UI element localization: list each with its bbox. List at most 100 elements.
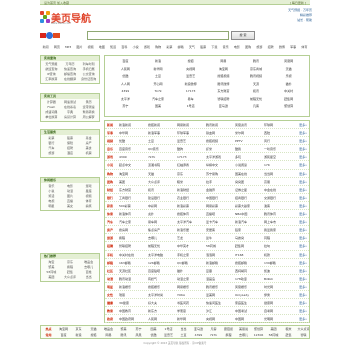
famous-site-link[interactable]: 优酷: [109, 73, 142, 81]
category-link[interactable]: 酷狗: [177, 146, 206, 152]
category-name[interactable]: 招聘: [107, 243, 117, 249]
sidebar-link[interactable]: 搞笑: [79, 204, 98, 209]
category-more-link[interactable]: 更多»: [299, 284, 307, 290]
famous-site-link[interactable]: 开心网: [142, 81, 175, 89]
category-more-link[interactable]: 更多»: [299, 268, 307, 274]
category-link[interactable]: 中金在线: [264, 187, 293, 193]
quick-link[interactable]: 邮箱: [175, 45, 186, 49]
famous-site-link[interactable]: 7k7k: [142, 88, 175, 96]
category-link[interactable]: 豆瓣: [206, 268, 235, 274]
quick-link[interactable]: 股票: [198, 45, 209, 49]
category-link[interactable]: 网上车市: [264, 219, 293, 225]
category-name[interactable]: 购物: [107, 171, 117, 177]
category-link[interactable]: 央视网: [206, 316, 235, 322]
category-more-link[interactable]: 更多»: [299, 130, 307, 136]
category-link[interactable]: 新浪体育: [119, 211, 148, 217]
category-more-link[interactable]: 更多»: [299, 162, 307, 168]
category-link[interactable]: 虾米: [206, 146, 235, 152]
help-link[interactable]: 站长 · 帮助: [268, 18, 312, 23]
category-name[interactable]: 新闻: [107, 122, 117, 128]
category-link[interactable]: 搜狐娱乐: [148, 284, 177, 290]
category-link[interactable]: 搜狐邮箱: [235, 260, 264, 266]
category-link[interactable]: 苏宁易购: [206, 171, 235, 177]
category-link[interactable]: 4399: [119, 154, 148, 160]
category-link[interactable]: OnlyLady: [235, 292, 264, 298]
category-link[interactable]: 起点中文: [119, 162, 148, 168]
category-link[interactable]: 虎扑: [148, 211, 177, 217]
category-link[interactable]: 焦点房产: [148, 227, 177, 233]
category-link[interactable]: 中国银行: [206, 195, 235, 201]
sidebar-link[interactable]: 机票: [79, 151, 98, 156]
bottom-link[interactable]: 赶集: [281, 332, 296, 338]
famous-site-link[interactable]: 天猫: [272, 66, 305, 74]
category-link[interactable]: 新浪娱乐: [119, 284, 148, 290]
bottom-link[interactable]: 4399: [191, 332, 206, 338]
quick-link[interactable]: 新闻: [40, 45, 51, 49]
famous-site-link[interactable]: 苏宁: [109, 103, 142, 111]
category-link[interactable]: 证券之星: [235, 187, 264, 193]
category-link[interactable]: 当当网: [264, 171, 293, 177]
quick-link[interactable]: 视频: [85, 45, 96, 49]
category-link[interactable]: 17173: [177, 154, 206, 160]
quick-link[interactable]: 知道: [108, 45, 119, 49]
category-link[interactable]: 17K: [264, 162, 293, 168]
category-link[interactable]: 淘宝网: [119, 171, 148, 177]
category-link[interactable]: 光明网: [264, 316, 293, 322]
category-link[interactable]: 爱美网: [206, 292, 235, 298]
sidebar-link[interactable]: 在线翻译: [61, 77, 80, 82]
famous-site-link[interactable]: 国美: [142, 103, 175, 111]
famous-site-link[interactable]: 凤凰网: [272, 58, 305, 66]
category-name[interactable]: 明星: [107, 284, 117, 290]
sidebar-link[interactable]: 房贷计算: [61, 115, 80, 120]
category-link[interactable]: 酷我: [235, 146, 264, 152]
category-link[interactable]: 中彩网: [148, 203, 177, 209]
category-link[interactable]: 农业银行: [177, 195, 206, 201]
category-link[interactable]: 大众点评: [148, 179, 177, 185]
bottom-link[interactable]: 携程: [221, 332, 236, 338]
category-link[interactable]: 京东: [177, 171, 206, 177]
category-link[interactable]: 58同城: [206, 243, 235, 249]
category-more-link[interactable]: 更多»: [299, 195, 307, 201]
sidebar-link[interactable]: 当当: [79, 275, 98, 280]
category-link[interactable]: 西陆: [264, 130, 293, 136]
category-link[interactable]: 天涯社区: [119, 268, 148, 274]
category-link[interactable]: 环球网: [264, 122, 293, 128]
category-link[interactable]: 前程无忧: [148, 243, 177, 249]
category-link[interactable]: 链家: [235, 227, 264, 233]
daily-update-label[interactable]: [ 每日更新 ]: [290, 1, 306, 5]
category-link[interactable]: 易车网: [148, 219, 177, 225]
category-more-link[interactable]: 更多»: [299, 179, 307, 185]
category-more-link[interactable]: 更多»: [299, 122, 307, 128]
category-link[interactable]: 去哪儿: [148, 235, 177, 241]
category-name[interactable]: 女性: [107, 292, 117, 298]
category-link[interactable]: 天猫: [148, 171, 177, 177]
category-link[interactable]: 人民网: [148, 316, 177, 322]
famous-site-link[interactable]: 前程无忧: [240, 96, 273, 104]
category-link[interactable]: 优酷: [119, 138, 148, 144]
category-link[interactable]: 高朋: [264, 179, 293, 185]
category-link[interactable]: 瑞丽: [119, 292, 148, 298]
category-link[interactable]: 新浪财经: [177, 187, 206, 193]
category-link[interactable]: 凤凰资讯: [235, 122, 264, 128]
famous-site-link[interactable]: 4399: [109, 88, 142, 96]
category-link[interactable]: 爱卡汽车: [206, 219, 235, 225]
quick-link[interactable]: 游戏: [141, 45, 152, 49]
category-link[interactable]: 金融界: [206, 187, 235, 193]
bottom-link[interactable]: 去哪儿: [236, 332, 251, 338]
category-link[interactable]: 交通银行: [264, 195, 293, 201]
famous-site-link[interactable]: 赶集网: [272, 96, 305, 104]
category-link[interactable]: 搜房网: [119, 227, 148, 233]
sidebar-link[interactable]: 身份证查询: [79, 77, 98, 82]
category-more-link[interactable]: 更多»: [299, 187, 307, 193]
bottom-link[interactable]: 搜狐: [86, 332, 101, 338]
famous-site-link[interactable]: 太平洋: [109, 96, 142, 104]
site-logo[interactable]: 美页导航 wWw.MeiYe.cOm: [40, 9, 91, 25]
bottom-link[interactable]: 7k7k: [206, 332, 221, 338]
category-name[interactable]: 社区: [107, 268, 117, 274]
category-name[interactable]: 房产: [107, 227, 117, 233]
category-link[interactable]: 新浪邮箱: [206, 260, 235, 266]
category-link[interactable]: 风行: [264, 138, 293, 144]
category-link[interactable]: Bilibili: [264, 276, 293, 282]
quick-link[interactable]: 天气: [186, 45, 197, 49]
bottom-link[interactable]: 12306: [251, 332, 266, 338]
